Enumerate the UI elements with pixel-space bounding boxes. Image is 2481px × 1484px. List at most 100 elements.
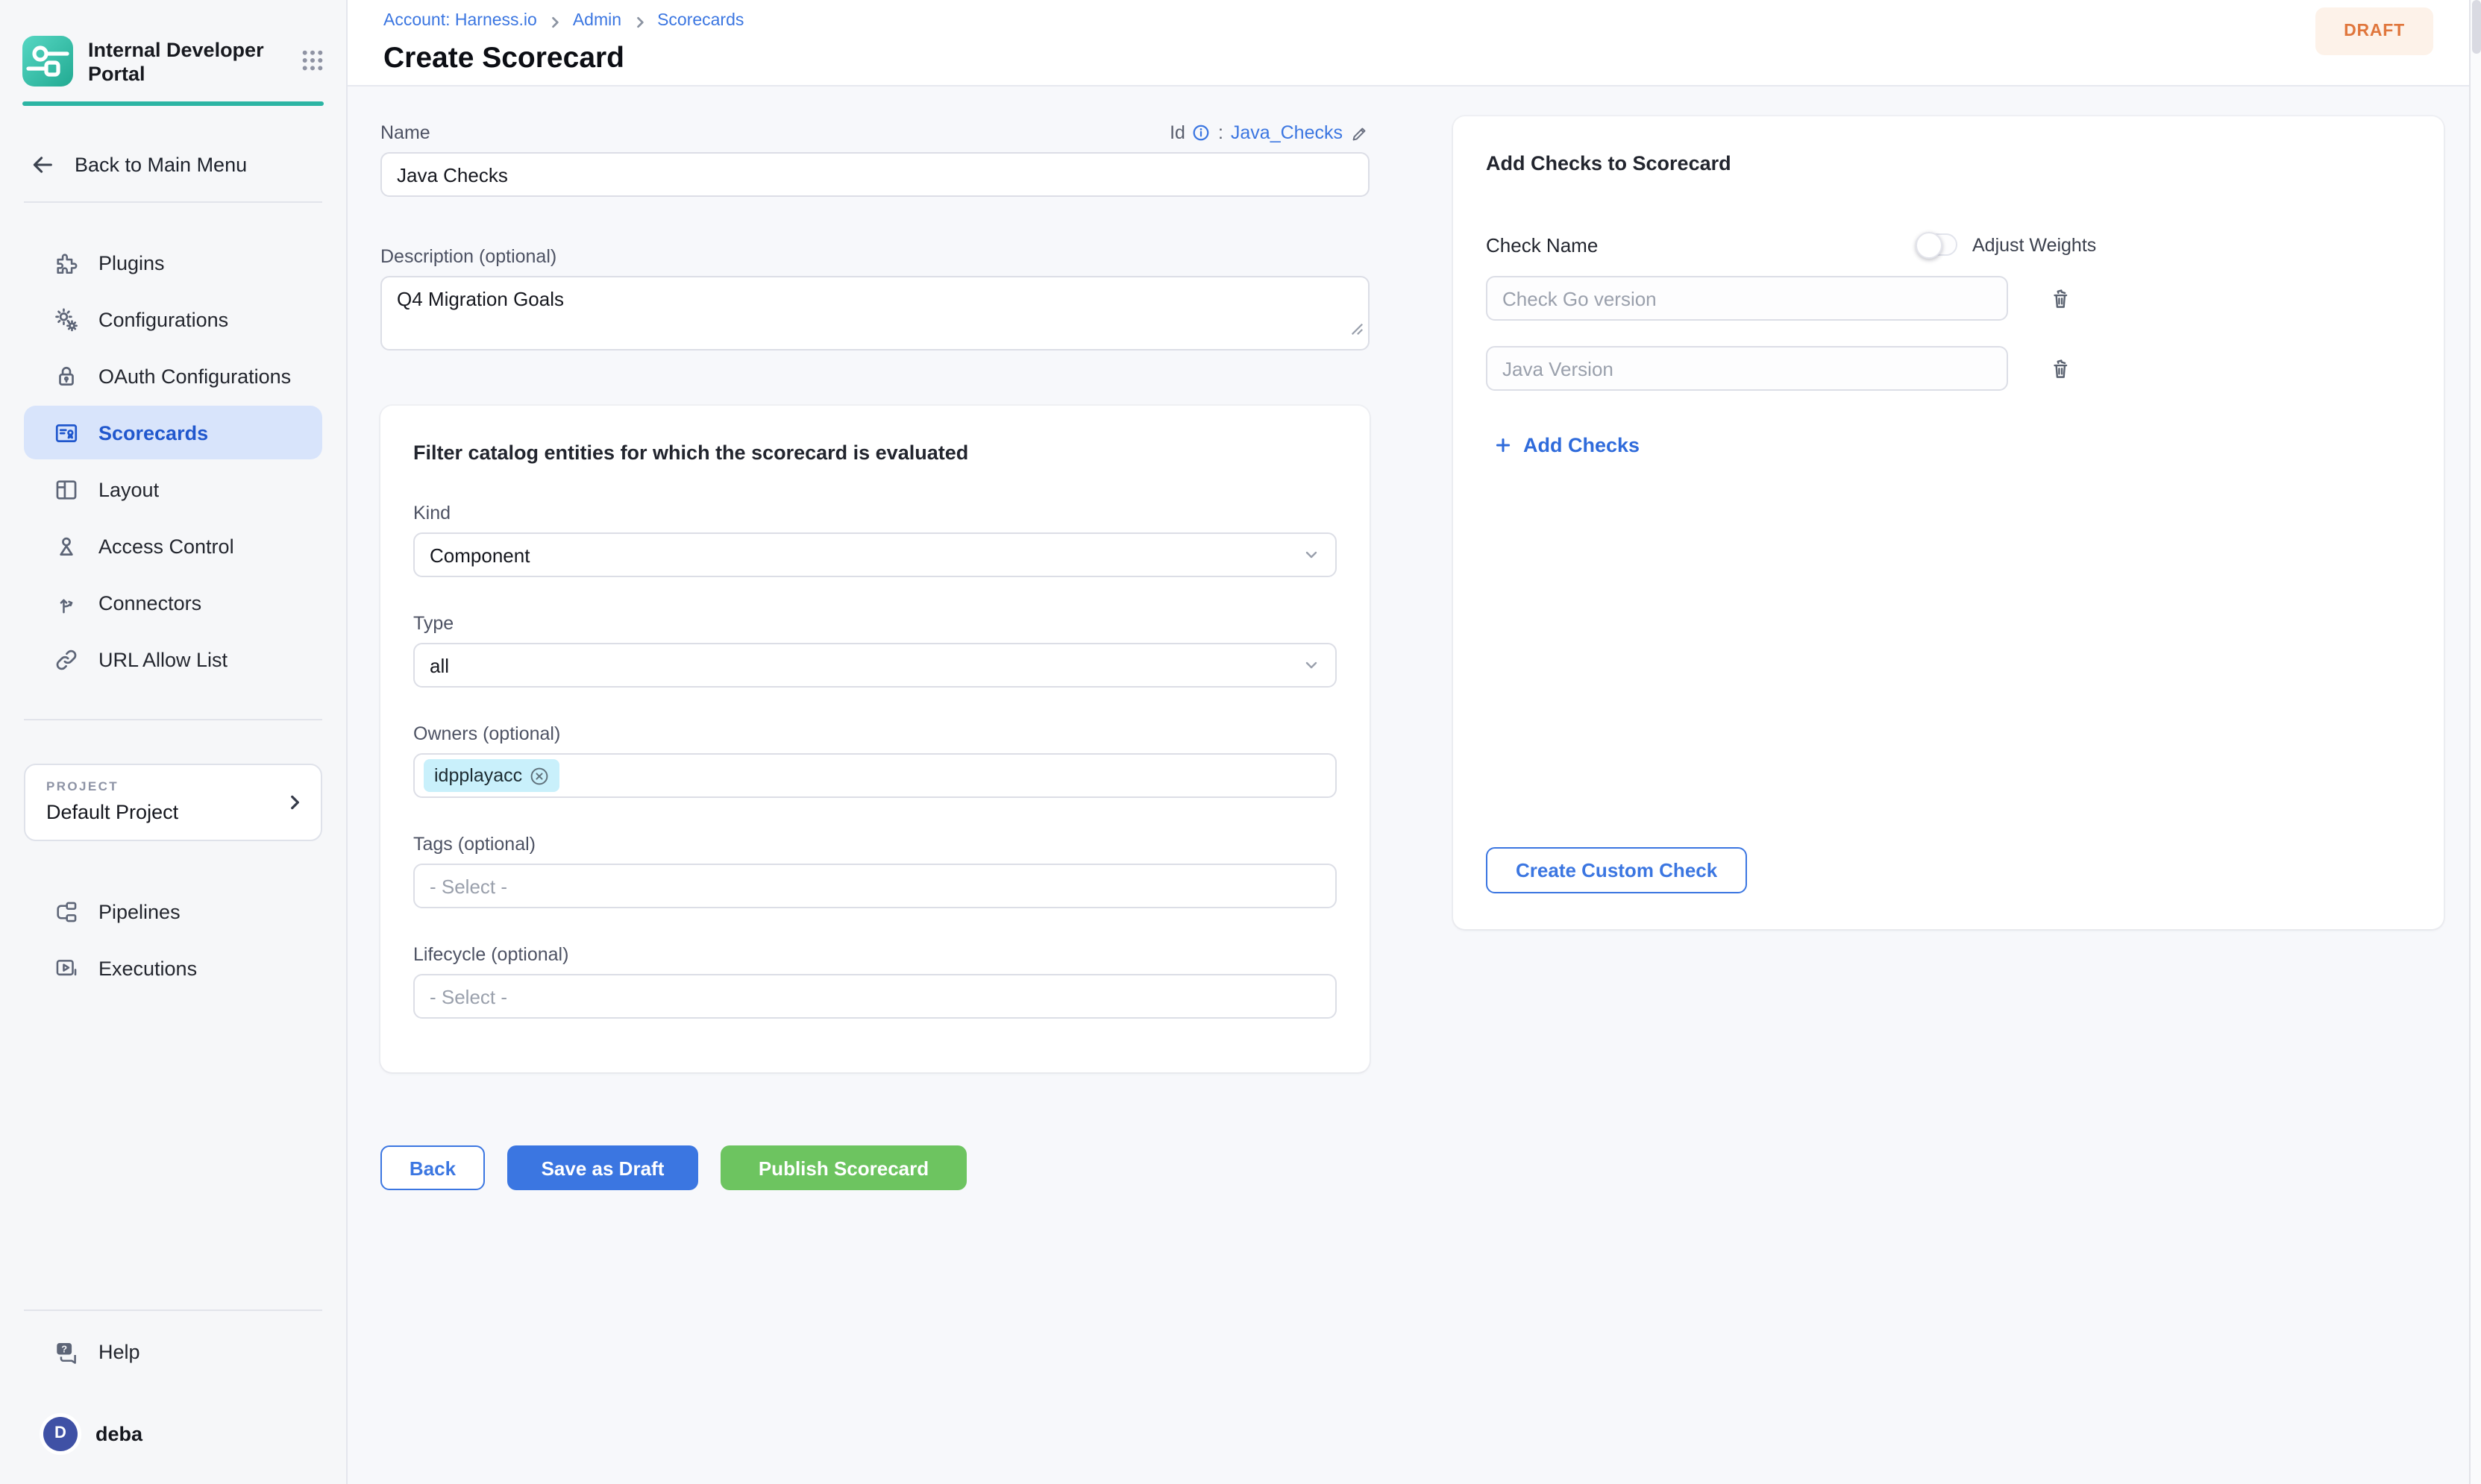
check-input-2[interactable]	[1486, 346, 2008, 391]
status-badge: DRAFT	[2315, 7, 2433, 55]
tags-placeholder: - Select -	[430, 875, 507, 897]
page-body: Name Id : Java_Checks Description (optio…	[348, 87, 2481, 1484]
page-title: Create Scorecard	[383, 42, 2445, 75]
breadcrumb: Account: Harness.io Admin Scorecards	[383, 12, 2445, 31]
back-arrow-icon	[30, 152, 55, 177]
adjust-weights-toggle[interactable]	[1916, 233, 1957, 256]
sidebar-item-label: Layout	[98, 479, 159, 501]
tags-label: Tags (optional)	[413, 834, 1337, 855]
id-value-link[interactable]: Java_Checks	[1231, 122, 1343, 143]
add-checks-panel: Add Checks to Scorecard Check Name Adjus…	[1453, 116, 2444, 929]
chevron-down-icon	[1302, 656, 1320, 674]
brand-underline	[22, 102, 324, 107]
branch-icon	[54, 591, 79, 616]
owners-input[interactable]: idpplayacc	[413, 753, 1337, 798]
help-button[interactable]: ? Help	[24, 1324, 322, 1378]
delete-check-icon[interactable]	[2048, 356, 2074, 381]
chevron-right-icon	[548, 14, 562, 29]
pipeline-icon	[54, 899, 79, 925]
sidebar-item-url-allow-list[interactable]: URL Allow List	[24, 633, 322, 687]
lifecycle-label: Lifecycle (optional)	[413, 944, 1337, 965]
scorecard-form: Name Id : Java_Checks Description (optio…	[380, 122, 1370, 1190]
adjust-weights-label: Adjust Weights	[1972, 234, 2096, 255]
owner-chip: idpplayacc	[424, 759, 559, 792]
type-select[interactable]: all	[413, 643, 1337, 688]
info-icon[interactable]	[1193, 124, 1211, 142]
name-label: Name	[380, 122, 430, 143]
kind-value: Component	[430, 544, 530, 566]
divider	[24, 1309, 322, 1311]
breadcrumb-scorecards-link[interactable]: Scorecards	[657, 12, 744, 31]
type-value: all	[430, 654, 449, 676]
id-separator: :	[1218, 122, 1223, 143]
divider	[24, 202, 322, 204]
person-icon	[54, 534, 79, 559]
user-name: deba	[95, 1422, 142, 1444]
vertical-scrollbar[interactable]	[2469, 0, 2481, 1484]
sidebar-item-configurations[interactable]: Configurations	[24, 293, 322, 347]
sidebar-item-connectors[interactable]: Connectors	[24, 576, 322, 630]
sidebar-item-pipelines[interactable]: Pipelines	[24, 885, 322, 939]
remove-chip-icon[interactable]	[530, 766, 549, 785]
edit-pencil-icon[interactable]	[1350, 123, 1370, 142]
id-row: Id : Java_Checks	[1170, 122, 1370, 143]
gears-icon	[54, 307, 79, 333]
sidebar-item-scorecards[interactable]: Scorecards	[24, 406, 322, 460]
tags-select[interactable]: - Select -	[413, 864, 1337, 908]
filter-title: Filter catalog entities for which the sc…	[413, 441, 1337, 465]
back-button[interactable]: Back	[380, 1145, 485, 1190]
idp-logo-icon	[22, 36, 73, 87]
sidebar-item-executions[interactable]: Executions	[24, 942, 322, 996]
divider	[24, 720, 322, 721]
back-to-main-menu[interactable]: Back to Main Menu	[24, 142, 322, 187]
sidebar: Internal Developer Portal Back to Main M…	[0, 0, 348, 1484]
chevron-right-icon	[285, 793, 304, 813]
form-actions: Back Save as Draft Publish Scorecard	[380, 1145, 1370, 1190]
chevron-right-icon	[632, 14, 647, 29]
user-avatar: D	[43, 1416, 78, 1450]
description-label: Description (optional)	[380, 246, 1370, 267]
sidebar-item-label: OAuth Configurations	[98, 365, 291, 388]
lifecycle-placeholder: - Select -	[430, 985, 507, 1007]
sidebar-item-layout[interactable]: Layout	[24, 463, 322, 517]
app-window: Internal Developer Portal Back to Main M…	[0, 0, 2481, 1484]
delete-check-icon[interactable]	[2048, 286, 2074, 311]
apps-grid-icon[interactable]	[301, 49, 324, 79]
play-box-icon	[54, 956, 79, 981]
lifecycle-select[interactable]: - Select -	[413, 974, 1337, 1019]
toggle-knob	[1916, 231, 1942, 258]
sidebar-item-plugins[interactable]: Plugins	[24, 236, 322, 290]
owners-label: Owners (optional)	[413, 723, 1337, 744]
project-selector[interactable]: PROJECT Default Project	[24, 764, 322, 842]
check-row	[1486, 276, 2411, 321]
sidebar-item-label: Access Control	[98, 535, 234, 558]
brand-title: Internal Developer Portal	[88, 36, 270, 87]
project-label: PROJECT	[46, 779, 300, 794]
scrollbar-thumb[interactable]	[2472, 0, 2481, 54]
type-label: Type	[413, 613, 1337, 634]
sidebar-item-oauth-configurations[interactable]: OAuth Configurations	[24, 350, 322, 403]
add-checks-button[interactable]: Add Checks	[1493, 434, 1640, 456]
name-input[interactable]	[380, 152, 1370, 197]
link-icon	[54, 647, 79, 673]
description-input[interactable]: Q4 Migration Goals	[380, 276, 1370, 350]
project-nav: Pipelines Executions	[0, 885, 346, 996]
kind-select[interactable]: Component	[413, 532, 1337, 577]
page-header: Account: Harness.io Admin Scorecards Cre…	[348, 0, 2481, 87]
create-custom-check-button[interactable]: Create Custom Check	[1486, 847, 1747, 893]
check-input-1[interactable]	[1486, 276, 2008, 321]
breadcrumb-account-link[interactable]: Account: Harness.io	[383, 12, 537, 31]
sidebar-item-access-control[interactable]: Access Control	[24, 520, 322, 573]
check-row	[1486, 346, 2411, 391]
breadcrumb-admin-link[interactable]: Admin	[573, 12, 621, 31]
main-area: Account: Harness.io Admin Scorecards Cre…	[348, 0, 2481, 1484]
save-as-draft-button[interactable]: Save as Draft	[507, 1145, 698, 1190]
add-checks-label: Add Checks	[1523, 434, 1640, 456]
user-menu[interactable]: D deba	[24, 1406, 322, 1460]
brand: Internal Developer Portal	[22, 36, 324, 87]
puzzle-icon	[54, 251, 79, 276]
sidebar-item-label: Configurations	[98, 309, 228, 331]
resize-grip-icon[interactable]	[1350, 316, 1364, 343]
publish-scorecard-button[interactable]: Publish Scorecard	[721, 1145, 967, 1190]
sidebar-bottom: ? Help D deba	[0, 1309, 346, 1484]
